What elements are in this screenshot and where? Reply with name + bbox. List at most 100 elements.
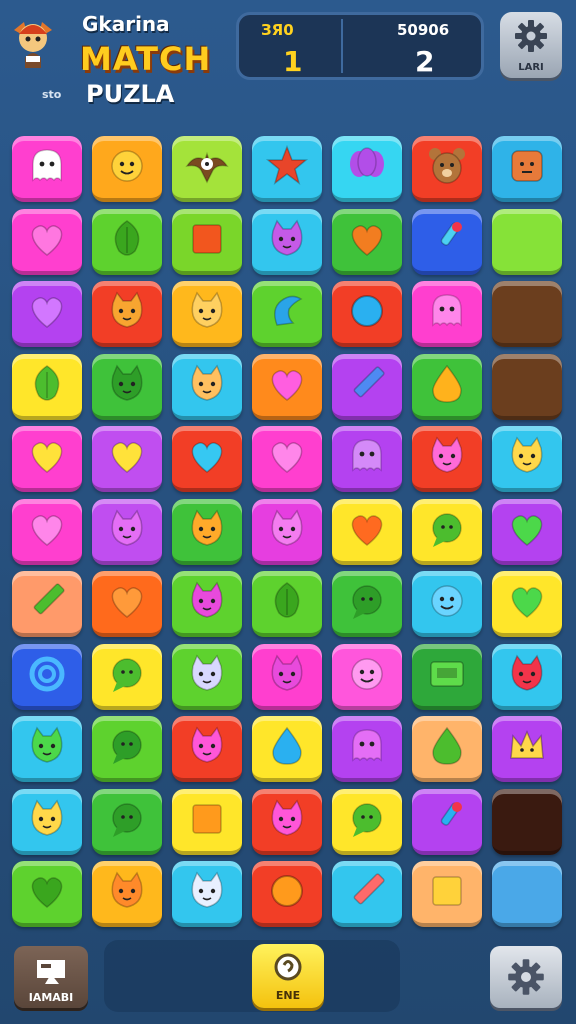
board-tile-cat[interactable] — [252, 498, 322, 565]
board-tile-cat[interactable] — [172, 353, 242, 420]
board-tile-heart[interactable] — [332, 208, 402, 275]
cat-icon — [191, 871, 223, 908]
board-tile-swirl[interactable] — [12, 643, 82, 710]
chest-icon — [430, 660, 464, 687]
board-tile-cat[interactable] — [172, 643, 242, 710]
board-tile-cat[interactable] — [12, 788, 82, 855]
board-tile-balloon[interactable] — [332, 136, 402, 202]
board-tile-square[interactable] — [412, 861, 482, 927]
drop-icon — [432, 364, 462, 403]
board-tile-square[interactable] — [172, 208, 242, 275]
block-icon — [511, 150, 543, 182]
board-tile-bubble[interactable] — [92, 643, 162, 710]
heart-icon — [111, 442, 143, 473]
board-tile-drop[interactable] — [412, 716, 482, 782]
board-tile-ghost[interactable] — [332, 426, 402, 492]
cat-icon — [271, 508, 303, 546]
ghost-icon — [352, 439, 382, 472]
board-tile-heart[interactable] — [252, 353, 322, 420]
bottom-settings-button[interactable] — [490, 946, 562, 1008]
bubble-icon — [112, 657, 142, 692]
board-tile-circle[interactable] — [252, 861, 322, 927]
board-tile-ghost[interactable] — [412, 281, 482, 347]
board-tile-cat[interactable] — [252, 643, 322, 710]
heart-icon — [271, 369, 303, 401]
board-tile-heart[interactable] — [172, 426, 242, 492]
board-tile-face[interactable] — [92, 136, 162, 202]
board-tile-heart[interactable] — [12, 208, 82, 275]
heart-icon — [111, 587, 143, 618]
board-tile-ghost[interactable] — [12, 136, 82, 202]
board-tile-bubble[interactable] — [92, 788, 162, 855]
board-tile-paint[interactable] — [412, 208, 482, 275]
paint-icon — [440, 801, 462, 826]
board-tile-cat[interactable] — [492, 643, 562, 710]
board-tile-block[interactable] — [492, 136, 562, 202]
board-tile-cat[interactable] — [172, 571, 242, 637]
heart-icon — [511, 587, 543, 618]
board-tile-heart[interactable] — [92, 426, 162, 492]
board-tile-hook[interactable] — [252, 281, 322, 347]
board-tile-face[interactable] — [412, 571, 482, 637]
board-tile-pencil[interactable] — [12, 571, 82, 637]
board-tile-cat[interactable] — [92, 281, 162, 347]
board-tile-bubble[interactable] — [412, 498, 482, 565]
board-tile-cat[interactable] — [92, 353, 162, 420]
board-tile-heart[interactable] — [252, 426, 322, 492]
board-tile-blank[interactable] — [492, 861, 562, 927]
board-tile-bear[interactable] — [412, 136, 482, 202]
board-tile-bubble[interactable] — [92, 716, 162, 782]
board-tile-heart[interactable] — [492, 498, 562, 565]
board-tile-square[interactable] — [172, 788, 242, 855]
board-tile-heart[interactable] — [12, 498, 82, 565]
board-tile-leaf[interactable] — [12, 353, 82, 420]
board-tile-heart[interactable] — [12, 281, 82, 347]
board-tile-leaf[interactable] — [92, 208, 162, 275]
board-tile-cat[interactable] — [172, 716, 242, 782]
board-tile-circle[interactable] — [332, 281, 402, 347]
board-tile-heart[interactable] — [492, 571, 562, 637]
board-tile-ghost[interactable] — [332, 716, 402, 782]
board-tile-heart[interactable] — [12, 861, 82, 927]
settings-button[interactable]: LARI — [500, 12, 562, 78]
board-tile-face[interactable] — [332, 643, 402, 710]
board-tile-bubble[interactable] — [332, 571, 402, 637]
board-tile-drop[interactable] — [252, 716, 322, 782]
board-tile-drop[interactable] — [412, 353, 482, 420]
circle-icon — [351, 295, 383, 327]
board-tile-cat[interactable] — [92, 861, 162, 927]
board-tile-pencil[interactable] — [332, 353, 402, 420]
board-tile-eagle[interactable] — [172, 136, 242, 202]
board-tile-heart[interactable] — [12, 426, 82, 492]
board-tile-chest[interactable] — [412, 643, 482, 710]
board-tile-pencil[interactable] — [332, 861, 402, 927]
map-button[interactable]: IAMABI — [14, 946, 88, 1008]
app-subtitle: PUZLA — [86, 80, 175, 108]
board-tile-cat[interactable] — [412, 426, 482, 492]
cat-icon — [191, 581, 223, 618]
board-tile-heart[interactable] — [92, 571, 162, 637]
board-tile-star[interactable] — [252, 136, 322, 202]
circle-icon — [271, 875, 303, 907]
board-tile-bubble[interactable] — [332, 788, 402, 855]
board-tile-cat[interactable] — [92, 498, 162, 565]
board-tile-paint[interactable] — [412, 788, 482, 855]
score-label-2: 50906 — [397, 21, 450, 39]
board-tile-cat[interactable] — [172, 861, 242, 927]
board-tile-blank[interactable] — [492, 788, 562, 855]
board-tile-cat[interactable] — [172, 498, 242, 565]
board-tile-cat[interactable] — [12, 716, 82, 782]
board-tile-blank[interactable] — [492, 353, 562, 420]
cat-icon — [31, 798, 63, 836]
board-tile-crown[interactable] — [492, 716, 562, 782]
heart-icon — [351, 514, 383, 546]
board-tile-blank[interactable] — [492, 281, 562, 347]
board-tile-cat[interactable] — [252, 208, 322, 275]
board-tile-cat[interactable] — [172, 281, 242, 347]
board-tile-cat[interactable] — [492, 426, 562, 492]
hint-button[interactable]: ENE — [252, 944, 324, 1008]
board-tile-leaf[interactable] — [252, 571, 322, 637]
board-tile-cat[interactable] — [252, 788, 322, 855]
board-tile-blank[interactable] — [492, 208, 562, 275]
board-tile-heart[interactable] — [332, 498, 402, 565]
